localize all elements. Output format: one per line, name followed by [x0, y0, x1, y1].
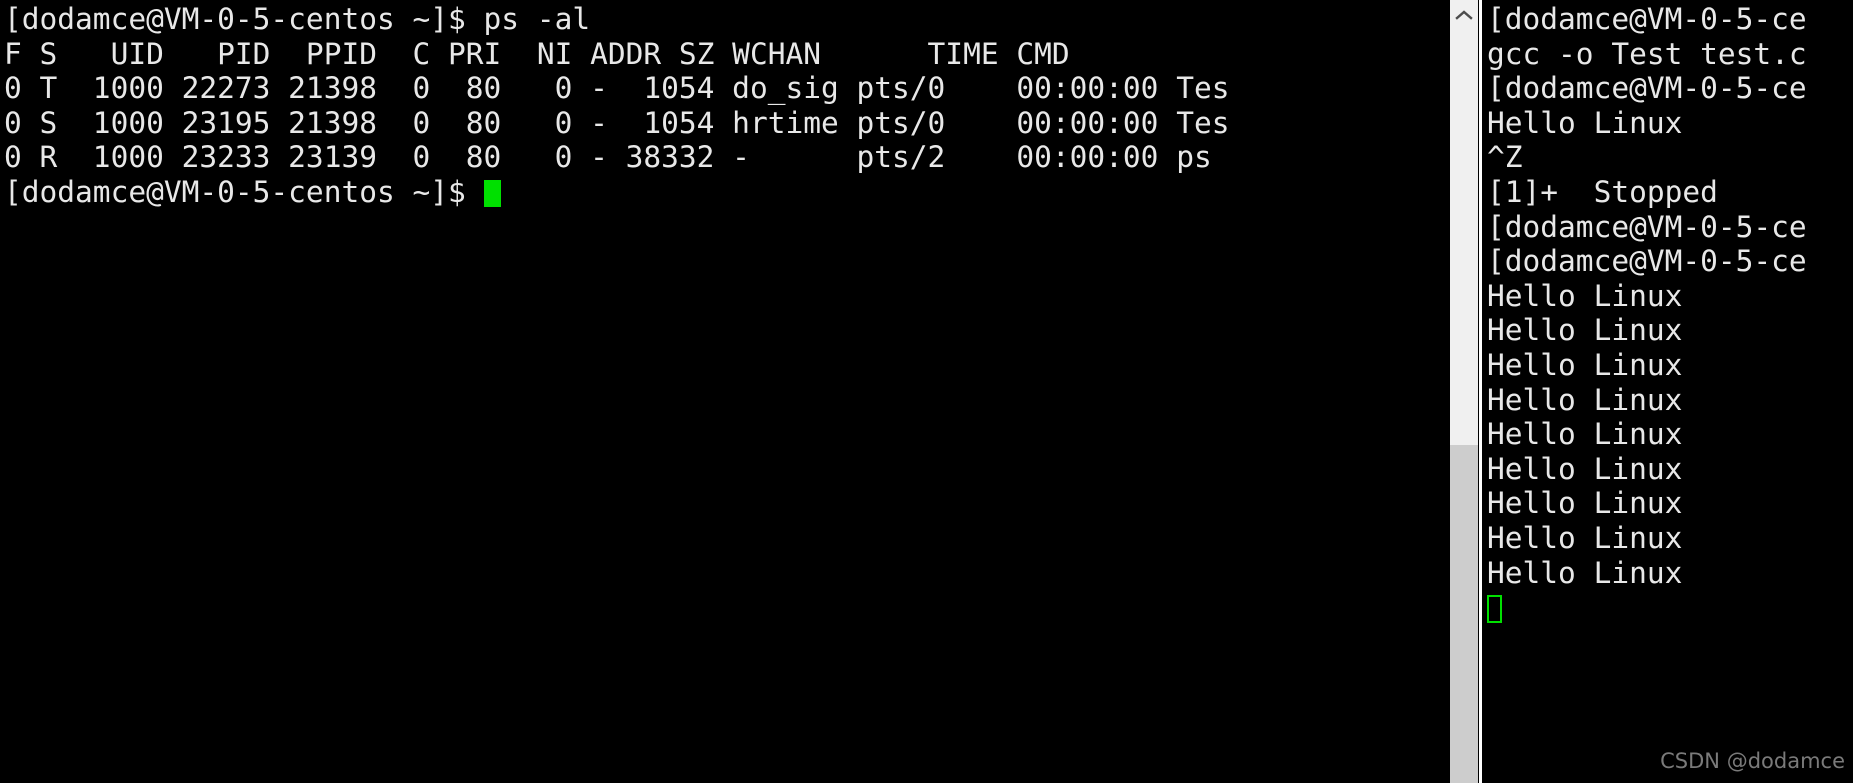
terminal-line: Hello Linux	[1487, 486, 1683, 521]
terminal-line: [1]+ Stopped	[1487, 174, 1718, 209]
table-row: 0 S 1000 23195 21398 0 80 0 - 1054 hrtim…	[4, 105, 1230, 140]
csdn-watermark: CSDN @dodamce	[1660, 749, 1845, 773]
scrollbar-gutter	[1440, 0, 1482, 783]
right-terminal-pane[interactable]: [dodamce@VM-0-5-ce gcc -o Test test.c [d…	[1482, 0, 1853, 783]
shell-prompt: [dodamce@VM-0-5-centos ~]$	[4, 174, 484, 209]
left-terminal-pane[interactable]: [dodamce@VM-0-5-centos ~]$ ps -al F S UI…	[0, 0, 1440, 783]
terminal-line: [dodamce@VM-0-5-ce	[1487, 244, 1807, 279]
terminal-line: Hello Linux	[1487, 451, 1683, 486]
terminal-line: gcc -o Test test.c	[1487, 36, 1807, 71]
ps-table-header: F S UID PID PPID C PRI NI ADDR SZ WCHAN …	[4, 36, 1070, 71]
chevron-up-icon[interactable]	[1450, 0, 1478, 30]
terminal-line: Hello Linux	[1487, 382, 1683, 417]
command-line: [dodamce@VM-0-5-centos ~]$ ps -al	[4, 2, 591, 36]
left-terminal-output: [dodamce@VM-0-5-centos ~]$ ps -al F S UI…	[0, 0, 1440, 210]
terminal-line: Hello Linux	[1487, 347, 1683, 382]
terminal-line: [dodamce@VM-0-5-ce	[1487, 209, 1807, 244]
terminal-line: Hello Linux	[1487, 417, 1683, 452]
shell-prompt-line: [dodamce@VM-0-5-centos ~]$	[4, 175, 1440, 210]
terminal-line: Hello Linux	[1487, 555, 1683, 590]
text-cursor[interactable]	[483, 179, 501, 207]
terminal-line: [dodamce@VM-0-5-ce	[1487, 2, 1807, 36]
right-terminal-output: [dodamce@VM-0-5-ce gcc -o Test test.c [d…	[1482, 0, 1853, 625]
table-row: 0 T 1000 22273 21398 0 80 0 - 1054 do_si…	[4, 71, 1230, 106]
scrollbar-thumb[interactable]	[1450, 445, 1478, 783]
table-row: 0 R 1000 23233 23139 0 80 0 - 38332 - pt…	[4, 140, 1212, 175]
terminal-screenshot: [dodamce@VM-0-5-centos ~]$ ps -al F S UI…	[0, 0, 1853, 783]
terminal-line: Hello Linux	[1487, 313, 1683, 348]
terminal-line: Hello Linux	[1487, 105, 1683, 140]
terminal-line: Hello Linux	[1487, 278, 1683, 313]
text-cursor[interactable]	[1487, 595, 1502, 624]
terminal-line: Hello Linux	[1487, 520, 1683, 555]
vertical-scrollbar[interactable]	[1450, 0, 1478, 783]
terminal-line: [dodamce@VM-0-5-ce	[1487, 71, 1807, 106]
terminal-line: ^Z	[1487, 140, 1523, 175]
right-cursor-line	[1487, 590, 1853, 625]
